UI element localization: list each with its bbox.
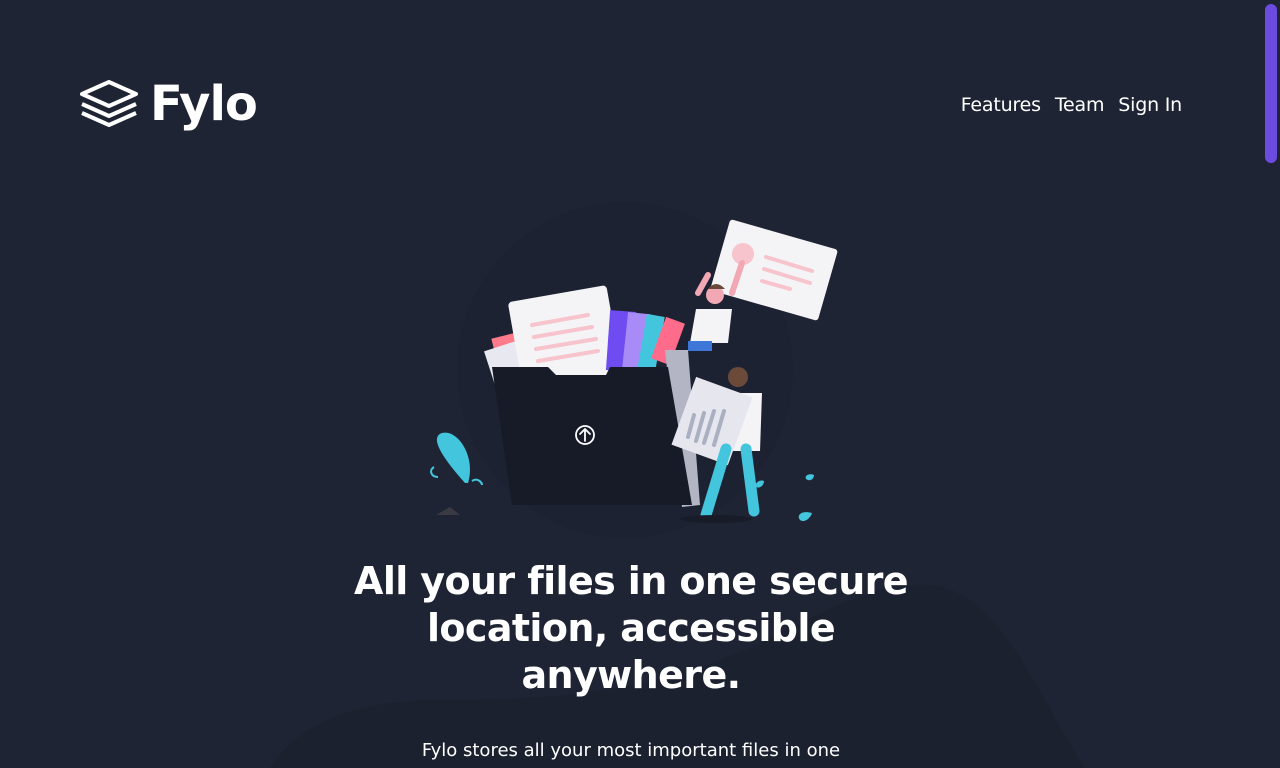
main-nav: Features Team Sign In [961, 94, 1182, 116]
nav-link-sign-in[interactable]: Sign In [1118, 94, 1182, 116]
hero-illustration [430, 219, 838, 523]
scrollbar[interactable] [1262, 0, 1280, 768]
hero-headline: All your files in one secure location, a… [354, 559, 909, 697]
hero-description: Fylo stores all your most important file… [421, 740, 841, 768]
brand-logo[interactable]: Fylo [80, 76, 258, 132]
stacked-layers-icon [80, 80, 138, 127]
scrollbar-thumb[interactable] [1265, 4, 1277, 163]
site-header: Fylo Features Team Sign In [80, 72, 1182, 136]
nav-link-features[interactable]: Features [961, 94, 1041, 116]
held-card [710, 219, 838, 321]
brand-name: Fylo [150, 76, 258, 132]
nav-link-team[interactable]: Team [1055, 94, 1105, 116]
